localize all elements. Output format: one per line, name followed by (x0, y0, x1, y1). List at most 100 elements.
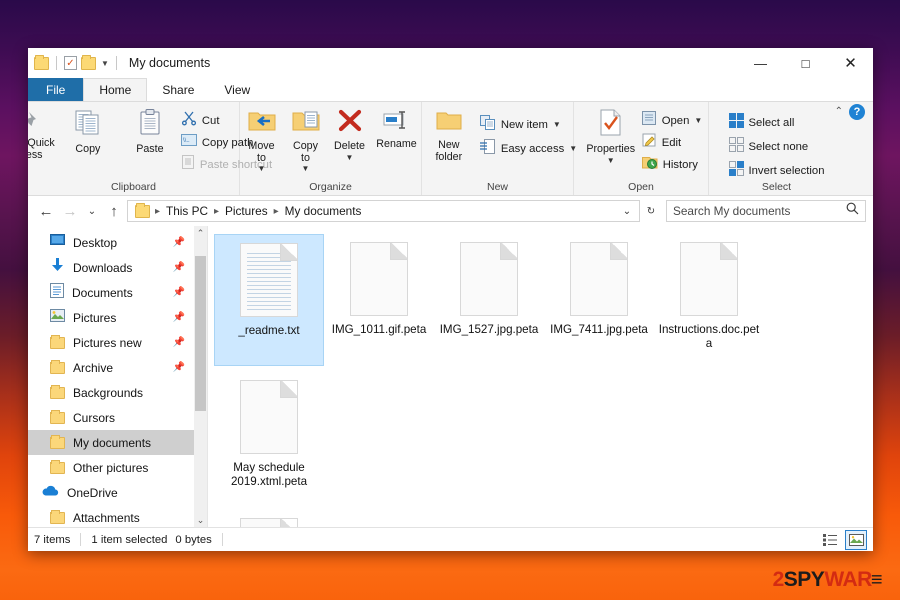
select-none-button[interactable]: Select none (728, 136, 825, 156)
properties-button[interactable]: Properties ▼ (580, 105, 642, 165)
sidebar-item-label: Documents (72, 285, 133, 300)
delete-label: Delete (334, 140, 365, 152)
folder-icon (50, 359, 65, 374)
open-small-buttons: Open ▼ Edit History (641, 105, 703, 174)
breadcrumb[interactable]: ▸ This PC ▸ Pictures ▸ My documents ⌄ (127, 200, 640, 222)
chevron-down-icon[interactable]: ▼ (694, 116, 702, 125)
sidebar-item-documents[interactable]: Documents 📌 (28, 280, 207, 305)
group-label-select: Select (761, 181, 792, 193)
copy-label: Copy (75, 143, 101, 155)
search-input[interactable]: Search My documents (666, 200, 866, 222)
text-file-icon (240, 243, 298, 317)
list-item[interactable]: _readme.txt (214, 234, 324, 366)
move-to-label: Move to (248, 140, 275, 164)
sidebar-item-label: Attachments (73, 510, 140, 525)
breadcrumb-this-pc[interactable]: This PC (163, 204, 211, 218)
new-item-button[interactable]: New item ▼ (479, 114, 577, 135)
sidebar-item-pictures[interactable]: Pictures 📌 (28, 305, 207, 330)
chevron-down-icon[interactable]: ▼ (302, 164, 310, 173)
scrollbar-thumb[interactable] (195, 256, 206, 411)
scroll-up-icon[interactable]: ⌃ (197, 226, 205, 240)
watermark-part-1: 2 (772, 568, 785, 591)
list-item[interactable]: IMG_1527.jpg.peta (434, 234, 544, 366)
back-button[interactable]: ← (35, 200, 57, 222)
list-item[interactable]: Instructions.doc.peta (654, 234, 764, 366)
tab-view[interactable]: View (209, 78, 265, 101)
close-button[interactable]: ✕ (828, 48, 873, 78)
sidebar-item-backgrounds[interactable]: Backgrounds (28, 380, 207, 405)
unknown-file-icon (570, 242, 628, 316)
unknown-file-icon (680, 242, 738, 316)
help-button[interactable]: ? (849, 104, 865, 120)
new-small-buttons: New item ▼ Easy access ▼ (479, 105, 577, 158)
refresh-button[interactable]: ↻ (642, 200, 660, 222)
new-folder-icon[interactable] (81, 54, 96, 70)
quick-access-toolbar: ✓ ▼ (34, 54, 120, 70)
address-dropdown-button[interactable]: ⌄ (617, 201, 637, 221)
list-item[interactable]: IMG_1011.gif.peta (324, 234, 434, 366)
sidebar-item-downloads[interactable]: Downloads 📌 (28, 255, 207, 280)
sidebar-item-desktop[interactable]: Desktop 📌 (28, 230, 207, 255)
delete-button[interactable]: Delete ▼ (328, 105, 372, 162)
chevron-down-icon[interactable]: ▼ (346, 153, 354, 162)
copy-to-button[interactable]: Copy to ▼ (284, 105, 328, 173)
tab-file[interactable]: File (28, 78, 84, 101)
tab-share[interactable]: Share (147, 78, 209, 101)
chevron-down-icon[interactable]: ▼ (101, 59, 109, 68)
recent-locations-button[interactable]: ⌄ (83, 200, 101, 222)
history-button[interactable]: History (641, 155, 703, 174)
sidebar-item-archive[interactable]: Archive 📌 (28, 355, 207, 380)
edit-button[interactable]: Edit (642, 133, 703, 152)
list-item[interactable]: IMG_7411.jpg.peta (544, 234, 654, 366)
page-fold (390, 243, 407, 260)
properties-icon[interactable]: ✓ (64, 56, 77, 70)
pin-icon: 📌 (172, 337, 185, 348)
window-controls: — □ ✕ (738, 48, 873, 78)
maximize-button[interactable]: □ (783, 48, 828, 78)
copy-icon (75, 109, 101, 141)
properties-label: Properties (586, 143, 636, 155)
folder-icon[interactable] (34, 54, 49, 70)
new-item-icon (479, 114, 496, 135)
move-to-button[interactable]: Move to ▼ (240, 105, 284, 173)
new-item-label: New item (500, 118, 548, 131)
sidebar-item-other-pictures[interactable]: Other pictures (28, 455, 207, 480)
chevron-down-icon[interactable]: ▼ (553, 120, 561, 129)
details-view-icon[interactable] (819, 530, 841, 550)
navigation-scrollbar[interactable]: ⌃ ⌄ (194, 226, 207, 527)
sidebar-item-attachments[interactable]: Attachments (28, 505, 207, 527)
scroll-down-icon[interactable]: ⌄ (197, 513, 205, 527)
list-item[interactable]: May schedule 2019.xtml.peta (214, 372, 324, 504)
sidebar-item-my-documents[interactable]: My documents (28, 430, 207, 455)
copy-button[interactable]: Copy (57, 105, 119, 156)
watermark-part-3: WAR (824, 568, 872, 591)
minimize-button[interactable]: — (738, 48, 783, 78)
chevron-down-icon[interactable]: ▼ (607, 156, 615, 165)
new-folder-label: New folder (435, 139, 463, 163)
up-button[interactable]: ↑ (103, 200, 125, 222)
sidebar-item-pictures-new[interactable]: Pictures new 📌 (28, 330, 207, 355)
breadcrumb-my-documents[interactable]: My documents (282, 204, 365, 218)
text-lines (247, 253, 291, 310)
select-all-button[interactable]: Select all (728, 112, 825, 132)
new-folder-button[interactable]: New folder (418, 105, 480, 163)
navigation-pane: Desktop 📌 Downloads 📌 Documents 📌 Pictur… (28, 226, 208, 527)
tab-home[interactable]: Home (83, 78, 148, 101)
open-button[interactable]: Open ▼ (641, 111, 702, 130)
forward-button[interactable]: → (59, 200, 81, 222)
sidebar-item-cursors[interactable]: Cursors (28, 405, 207, 430)
chevron-down-icon[interactable]: ▼ (258, 164, 266, 173)
pin-to-quick-access-button[interactable]: Pin to Quick access (28, 105, 57, 161)
breadcrumb-pictures[interactable]: Pictures (222, 204, 271, 218)
easy-access-button[interactable]: Easy access ▼ (479, 138, 577, 158)
invert-selection-button[interactable]: Invert selection (728, 160, 824, 180)
list-item[interactable]: Song.mp3.peta (214, 510, 324, 527)
paste-button[interactable]: Paste (119, 105, 181, 156)
sidebar-item-onedrive[interactable]: OneDrive (28, 480, 207, 505)
large-icons-view-icon[interactable] (845, 529, 867, 550)
collapse-ribbon-icon[interactable]: ⌃ (835, 106, 843, 117)
search-icon[interactable] (846, 202, 859, 220)
folder-icon (135, 202, 150, 218)
file-list[interactable]: _readme.txt IMG_1011.gif.peta IMG_1527.j… (208, 226, 873, 527)
documents-icon (50, 282, 64, 303)
